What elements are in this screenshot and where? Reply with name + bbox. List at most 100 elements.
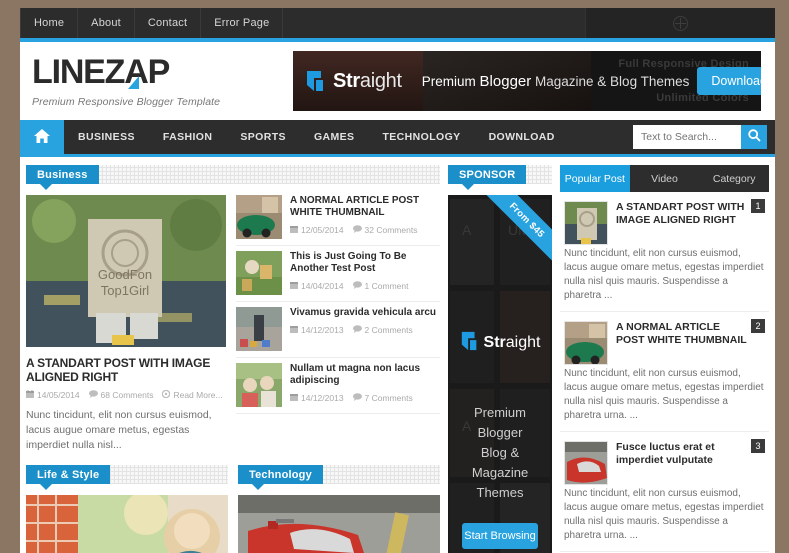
featured-post-image[interactable]: GoodFon Top1Girl xyxy=(26,195,226,347)
tab-category[interactable]: Category xyxy=(699,165,769,192)
tab-label: Video xyxy=(651,172,678,185)
bq-logo-icon xyxy=(460,330,480,355)
topnav-label: Home xyxy=(34,17,65,29)
list-item[interactable]: 3 Fusce luctus erat et imperdiet vulputa… xyxy=(560,432,769,552)
nav-item-download[interactable]: DOWNLOAD xyxy=(475,120,569,154)
section-header-sponsor: SPONSOR xyxy=(448,165,552,190)
meta-date: 14/12/2013 xyxy=(290,325,344,335)
top-bar-social-area xyxy=(585,8,775,38)
list-item-meta: 14/04/2014 1 Comment xyxy=(290,281,440,291)
popular-post-image[interactable] xyxy=(564,201,608,245)
section-life-style: Life & Style xyxy=(26,465,228,553)
list-item[interactable]: 1 A STANDART POST WITH IMAGE ALIGNED RIG… xyxy=(560,192,769,312)
nav-item-sports[interactable]: SPORTS xyxy=(226,120,300,154)
section-header-business: Business xyxy=(26,165,440,190)
meta-comments-text: 32 Comments xyxy=(364,225,418,235)
sponsor-line-3: Blog & xyxy=(480,445,520,460)
section-tab-life-style[interactable]: Life & Style xyxy=(26,465,111,490)
thumbnail-image[interactable] xyxy=(236,195,282,239)
tab-video[interactable]: Video xyxy=(630,165,700,192)
section-image-life-style[interactable] xyxy=(26,495,228,553)
featured-post-title[interactable]: A STANDART POST WITH IMAGE ALIGNED RIGHT xyxy=(26,356,226,384)
meta-date: 14/04/2014 xyxy=(290,281,344,291)
thumbnail-image[interactable] xyxy=(236,307,282,351)
topnav-item-contact[interactable]: Contact xyxy=(135,8,202,38)
popular-post-title[interactable]: A STANDART POST WITH IMAGE ALIGNED RIGHT xyxy=(616,201,765,227)
section-tab-sponsor[interactable]: SPONSOR xyxy=(448,165,527,190)
sponsor-banner[interactable]: Full Responsive Design Unlimited Colors … xyxy=(293,51,761,111)
logo-block[interactable]: LINEZAP Premium Responsive Blogger Templ… xyxy=(32,54,220,108)
thumbnail-post-list: A NORMAL ARTICLE POST WHITE THUMBNAIL 12… xyxy=(236,195,440,453)
nav-label: DOWNLOAD xyxy=(488,131,555,143)
meta-date: 14/05/2014 xyxy=(26,390,80,400)
calendar-icon xyxy=(290,325,298,335)
rank-badge: 2 xyxy=(751,319,765,333)
top-bar: Home About Contact Error Page xyxy=(20,8,775,38)
list-item-title[interactable]: Vivamus gravida vehicula arcu xyxy=(290,307,436,319)
search-box xyxy=(633,125,767,149)
list-item-meta: 14/12/2013 2 Comments xyxy=(290,325,436,335)
meta-comments-text: 2 Comments xyxy=(364,325,413,335)
section-tab-business[interactable]: Business xyxy=(26,165,99,190)
site-header: LINEZAP Premium Responsive Blogger Templ… xyxy=(20,42,775,120)
list-item-title[interactable]: A NORMAL ARTICLE POST WHITE THUMBNAIL xyxy=(290,195,440,219)
sponsor-line-4: Magazine xyxy=(471,465,529,480)
topnav-label: Contact xyxy=(147,17,188,29)
list-item[interactable]: Nullam ut magna non lacus adipiscing 14/… xyxy=(236,358,440,414)
list-item[interactable]: 2 A NORMAL ARTICLE POST WHITE THUMBNAIL … xyxy=(560,312,769,432)
logo-tagline: Premium Responsive Blogger Template xyxy=(32,96,221,108)
nav-item-fashion[interactable]: FASHION xyxy=(149,120,226,154)
meta-comments-text: 68 Comments xyxy=(100,390,154,400)
rank-badge: 3 xyxy=(751,439,765,453)
sponsor-brand-light: aight xyxy=(505,333,541,351)
meta-date: 14/12/2013 xyxy=(290,393,344,403)
meta-read-more[interactable]: Read More... xyxy=(162,389,223,400)
thumbnail-image[interactable] xyxy=(236,251,282,295)
featured-post-excerpt: Nunc tincidunt, elit non cursus euismod,… xyxy=(26,409,212,451)
section-technology: Technology xyxy=(238,465,440,553)
popular-post-image[interactable] xyxy=(564,321,608,365)
search-button[interactable] xyxy=(741,125,767,149)
popular-post-image[interactable] xyxy=(564,441,608,485)
search-input[interactable] xyxy=(633,125,741,149)
topnav-item-home[interactable]: Home xyxy=(20,8,79,38)
download-button[interactable]: Download xyxy=(697,67,761,95)
featured-post-meta: 14/05/2014 68 Comments Read More... xyxy=(26,389,226,400)
topnav-item-about[interactable]: About xyxy=(78,8,135,38)
nav-item-technology[interactable]: TECHNOLOGY xyxy=(368,120,474,154)
sponsor-brand-logo: Straight xyxy=(448,330,552,355)
nav-item-business[interactable]: BUSINESS xyxy=(64,120,149,154)
sponsor-line-1: Premium xyxy=(473,405,526,420)
topnav-label: About xyxy=(91,17,121,29)
nav-item-games[interactable]: GAMES xyxy=(300,120,369,154)
bq-logo-icon: Straight xyxy=(305,69,402,93)
tab-popular-post[interactable]: Popular Post xyxy=(560,165,630,192)
meta-comments: 32 Comments xyxy=(352,225,418,235)
popular-post-title[interactable]: Fusce luctus erat et imperdiet vulputate xyxy=(616,441,765,467)
comment-icon xyxy=(352,281,362,291)
page-root: Home About Contact Error Page LINEZAP Pr… xyxy=(0,0,789,553)
banner-tagline-2: Blogger xyxy=(479,72,532,90)
nav-item-home[interactable] xyxy=(20,120,64,154)
globe-icon[interactable] xyxy=(673,15,688,31)
calendar-icon xyxy=(290,225,298,235)
svg-text:GoodFon: GoodFon xyxy=(98,267,152,282)
popular-post-title[interactable]: A NORMAL ARTICLE POST WHITE THUMBNAIL xyxy=(616,321,765,347)
meta-comments-text: 7 Comments xyxy=(364,393,413,403)
sponsor-description: Premium Blogger Blog & Magazine Themes xyxy=(448,403,552,503)
list-item[interactable]: A NORMAL ARTICLE POST WHITE THUMBNAIL 12… xyxy=(236,195,440,246)
section-tab-technology[interactable]: Technology xyxy=(238,465,323,490)
section-image-technology[interactable] xyxy=(238,495,440,553)
section-header-technology: Technology xyxy=(238,465,440,490)
list-item-title[interactable]: Nullam ut magna non lacus adipiscing xyxy=(290,363,440,387)
list-item-title[interactable]: This is Just Going To Be Another Test Po… xyxy=(290,251,440,275)
main-nav: BUSINESS FASHION SPORTS GAMES TECHNOLOGY… xyxy=(20,120,775,154)
sponsor-ad[interactable]: A UM A From $45 Straight Premium Blogger… xyxy=(448,195,552,553)
logo-accent-icon xyxy=(128,76,139,89)
list-item[interactable]: Vivamus gravida vehicula arcu 14/12/2013… xyxy=(236,302,440,358)
content-area: Business GoodFon Top1Girl A STANDART POS… xyxy=(20,157,775,553)
topnav-item-error-page[interactable]: Error Page xyxy=(201,8,284,38)
start-browsing-button[interactable]: Start Browsing xyxy=(462,523,538,549)
list-item[interactable]: This is Just Going To Be Another Test Po… xyxy=(236,246,440,302)
thumbnail-image[interactable] xyxy=(236,363,282,407)
